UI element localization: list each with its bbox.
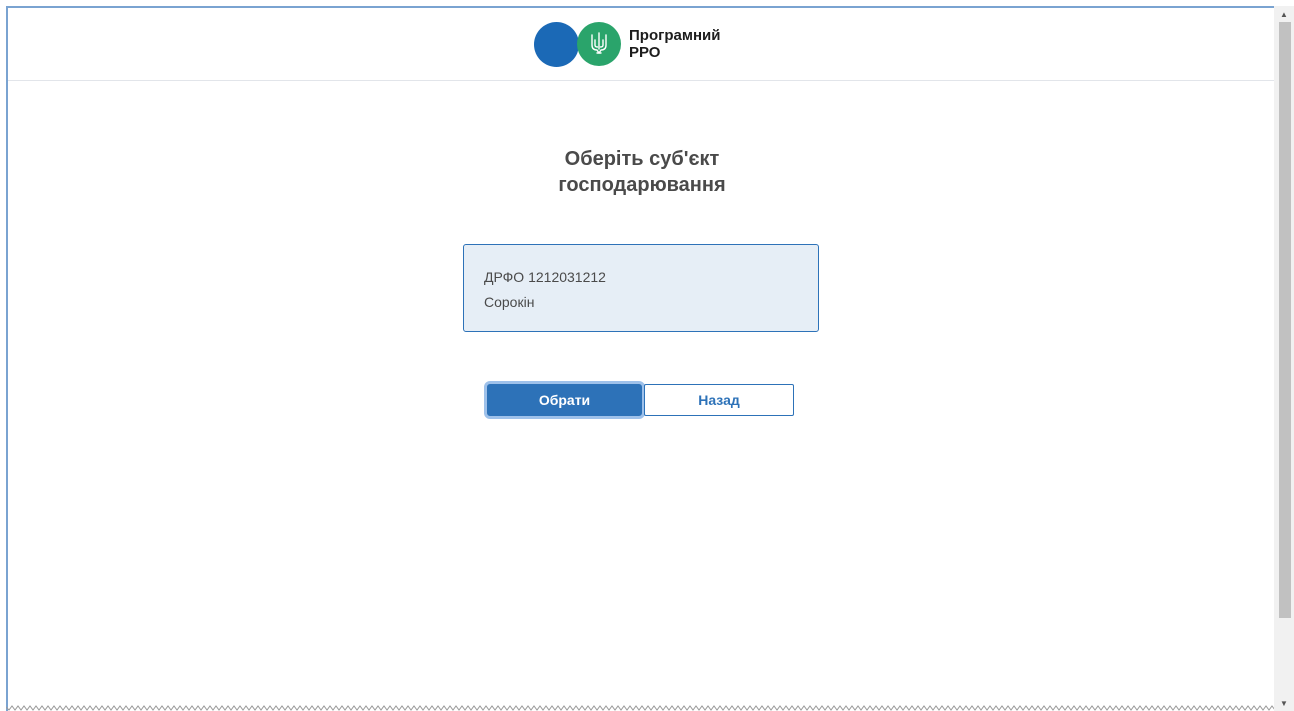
app-frame: Програмний РРО Оберіть суб'єкт господарю… (6, 6, 1294, 711)
select-button[interactable]: Обрати (487, 384, 642, 416)
scrollbar-thumb[interactable] (1279, 22, 1291, 618)
header: Програмний РРО (8, 8, 1276, 81)
logo[interactable]: Програмний РРО (534, 21, 720, 67)
page-title-line2: господарювання (558, 174, 726, 196)
logo-text-line1: Програмний (629, 27, 721, 44)
torn-edge-divider (6, 705, 1274, 711)
back-button[interactable]: Назад (644, 384, 794, 416)
trident-icon (591, 32, 607, 54)
scroll-up-arrow-icon[interactable]: ▲ (1274, 6, 1294, 22)
logo-text: Програмний РРО (629, 27, 720, 61)
entity-name: Сорокін (484, 294, 535, 310)
scroll-down-arrow-icon[interactable]: ▼ (1274, 695, 1294, 711)
entity-id: ДРФО 1212031212 (484, 269, 606, 285)
entity-option-card[interactable]: ДРФО 1212031212 Сорокін (463, 244, 819, 332)
page-title: Оберіть суб'єкт господарювання (8, 146, 1276, 198)
logo-text-line2: РРО (629, 44, 661, 61)
vertical-scrollbar[interactable]: ▲ ▼ (1274, 6, 1294, 711)
logo-blue-circle (534, 21, 579, 67)
page-title-line1: Оберіть суб'єкт (564, 148, 720, 170)
logo-green-circle (577, 22, 621, 66)
